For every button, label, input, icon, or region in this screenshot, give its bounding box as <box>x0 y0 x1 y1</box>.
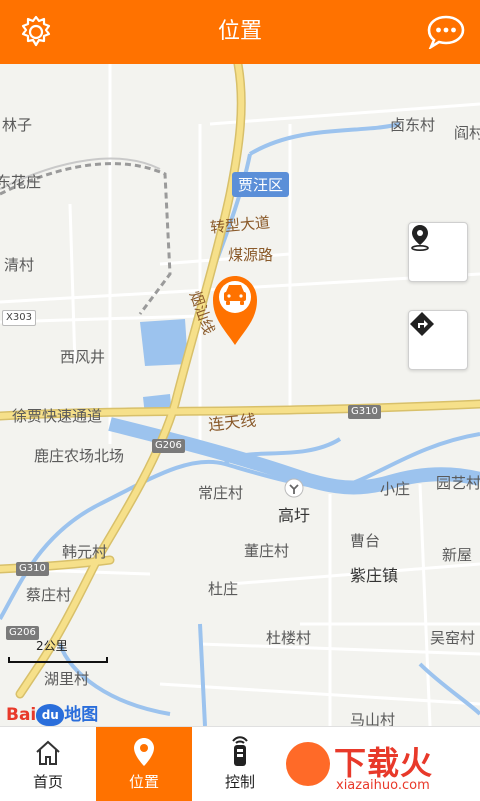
chat-bubble-icon[interactable] <box>424 10 468 54</box>
road-shield: X303 <box>2 310 36 326</box>
map-label: 韩元村 <box>62 543 108 561</box>
map-label: 西风井 <box>60 348 106 366</box>
map-pin-icon <box>411 225 429 251</box>
map-label: 高圩 <box>278 506 311 525</box>
top-bar: 位置 <box>0 0 480 64</box>
tab-label: 位置 <box>128 773 159 791</box>
vehicle-marker[interactable] <box>213 276 257 345</box>
tab-label: 首页 <box>32 773 63 791</box>
map-label: 煤源路 <box>228 246 274 264</box>
map-label: 徐贾快速通道 <box>12 407 103 425</box>
map-label: 林子 <box>2 116 33 134</box>
scale-bar <box>8 657 108 663</box>
map-label: 连天线 <box>207 410 258 435</box>
road-shield: G206 <box>152 439 185 453</box>
scale-label: 2公里 <box>36 639 68 653</box>
district-label: 贾汪区 <box>232 172 290 197</box>
map-label: 杜庄 <box>208 580 239 598</box>
map-label: 蔡庄村 <box>26 586 72 604</box>
map-label: 东花庄 <box>0 173 42 191</box>
map-label: 阎村 <box>454 124 480 142</box>
map-view[interactable]: 林子 东花庄 清村 西风井 徐贾快速通道 鹿庄农场北场 韩元村 蔡庄村 湖里村 … <box>0 64 480 726</box>
map-scale: 2公里 <box>8 637 108 665</box>
map-label: 紫庄镇 <box>350 566 399 585</box>
map-label: 马山村 <box>350 711 396 726</box>
map-label: 吴窑村 <box>430 629 476 647</box>
remote-control-icon <box>232 736 248 766</box>
map-label: 杜楼村 <box>266 629 312 647</box>
watermark: 下载火 xiazaihuo.com <box>286 738 476 798</box>
road-shield: G310 <box>16 562 49 576</box>
map-label: 新屋 <box>442 546 473 564</box>
home-icon <box>36 740 60 765</box>
page-title: 位置 <box>217 19 262 44</box>
directions-icon <box>410 312 434 336</box>
map-label: 清村 <box>4 256 35 274</box>
map-label: 鹿庄农场北场 <box>34 447 125 465</box>
map-label: 常庄村 <box>198 484 244 502</box>
map-label: 小庄 <box>380 480 411 498</box>
locate-button[interactable] <box>408 222 468 282</box>
tab-home[interactable]: 首页 <box>0 727 96 801</box>
tab-label: 控制 <box>224 773 255 791</box>
baidu-map-logo: Bai du 地图 <box>6 704 99 726</box>
tab-location[interactable]: 位置 <box>96 727 192 801</box>
tab-control[interactable]: 控制 <box>192 727 288 801</box>
location-pin-icon <box>134 738 154 766</box>
map-canvas <box>0 64 480 726</box>
map-label: 曹台 <box>350 532 381 550</box>
map-label: 董庄村 <box>244 542 290 560</box>
map-label: 湖里村 <box>44 670 90 688</box>
route-button[interactable] <box>408 310 468 370</box>
watermark-logo <box>286 742 330 786</box>
road-shield: G310 <box>348 405 381 419</box>
map-label: 卤东村 <box>390 116 436 134</box>
map-label: 园艺村 <box>436 474 480 492</box>
